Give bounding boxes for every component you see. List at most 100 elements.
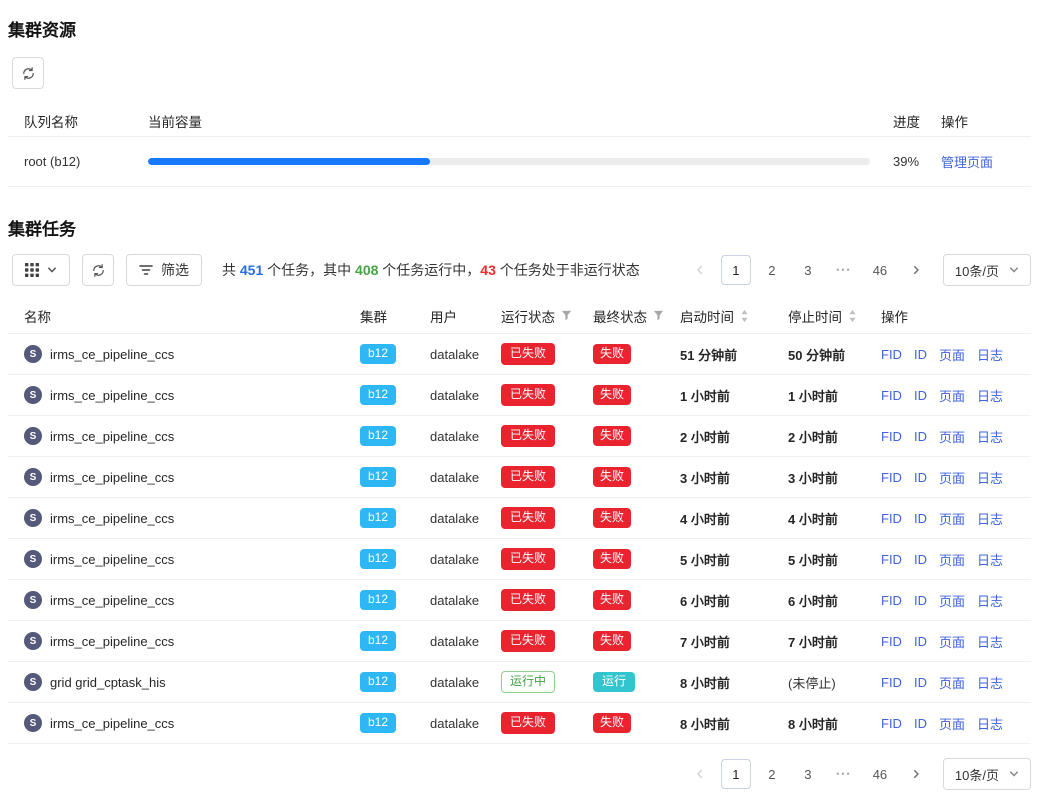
stop-time-cell: 5 小时前 <box>788 550 881 569</box>
pagination-ellipsis[interactable]: ••• <box>829 255 859 285</box>
id-link[interactable]: ID <box>914 429 927 444</box>
s-circle-icon: S <box>24 632 42 650</box>
start-time-cell: 6 小时前 <box>680 591 788 610</box>
run-status-cell: 已失败 <box>501 425 593 447</box>
final-status-cell: 失败 <box>593 590 680 610</box>
cluster-badge: b12 <box>360 672 396 692</box>
page-link[interactable]: 页面 <box>939 468 965 487</box>
fid-link[interactable]: FID <box>881 347 902 362</box>
page-link[interactable]: 页面 <box>939 427 965 446</box>
fid-link[interactable]: FID <box>881 675 902 690</box>
log-link[interactable]: 日志 <box>977 550 1003 569</box>
pagination-page-2[interactable]: 2 <box>757 759 787 789</box>
run-status-badge: 已失败 <box>501 425 555 447</box>
header-current-capacity: 当前容量 <box>148 111 877 131</box>
fid-link[interactable]: FID <box>881 511 902 526</box>
log-link[interactable]: 日志 <box>977 345 1003 364</box>
pagination-page-1[interactable]: 1 <box>721 255 751 285</box>
id-link[interactable]: ID <box>914 675 927 690</box>
page-link[interactable]: 页面 <box>939 632 965 651</box>
log-link[interactable]: 日志 <box>977 673 1003 692</box>
start-time-cell: 1 小时前 <box>680 386 788 405</box>
pagination-page-46[interactable]: 46 <box>865 255 895 285</box>
fid-link[interactable]: FID <box>881 470 902 485</box>
pagination-next-button[interactable] <box>901 759 931 789</box>
column-header-start-time[interactable]: 启动时间 <box>680 306 788 326</box>
log-link[interactable]: 日志 <box>977 386 1003 405</box>
id-link[interactable]: ID <box>914 593 927 608</box>
log-link[interactable]: 日志 <box>977 632 1003 651</box>
filter-button[interactable]: 筛选 <box>126 254 202 286</box>
pagination-prev-button[interactable] <box>685 255 715 285</box>
user-cell: datalake <box>430 552 501 567</box>
log-link[interactable]: 日志 <box>977 591 1003 610</box>
column-header-label: 名称 <box>24 306 51 326</box>
s-circle-icon: S <box>24 468 42 486</box>
pagination-page-2[interactable]: 2 <box>757 255 787 285</box>
pagination-page-46[interactable]: 46 <box>865 759 895 789</box>
fid-link[interactable]: FID <box>881 716 902 731</box>
tasks-refresh-button[interactable] <box>82 254 114 286</box>
run-status-cell: 已失败 <box>501 384 593 406</box>
pagination-page-1[interactable]: 1 <box>721 759 751 789</box>
id-link[interactable]: ID <box>914 716 927 731</box>
run-status-cell: 已失败 <box>501 589 593 611</box>
page-link[interactable]: 页面 <box>939 550 965 569</box>
task-name: irms_ce_pipeline_ccs <box>50 716 174 731</box>
page-link[interactable]: 页面 <box>939 673 965 692</box>
page-size-select[interactable]: 10条/页 <box>943 254 1031 286</box>
column-header-stop-time[interactable]: 停止时间 <box>788 306 881 326</box>
pagination-prev-button[interactable] <box>685 759 715 789</box>
page-link[interactable]: 页面 <box>939 345 965 364</box>
task-name: irms_ce_pipeline_ccs <box>50 429 174 444</box>
column-header-label: 启动时间 <box>680 306 734 326</box>
column-layout-dropdown-button[interactable] <box>12 254 70 286</box>
column-header-final-status: 最终状态 <box>593 306 680 326</box>
filter-funnel-icon[interactable] <box>561 310 572 321</box>
final-status-cell: 运行 <box>593 672 680 692</box>
run-status-cell: 已失败 <box>501 343 593 365</box>
task-name-cell: Sirms_ce_pipeline_ccs <box>8 509 360 527</box>
id-link[interactable]: ID <box>914 347 927 362</box>
page-link[interactable]: 页面 <box>939 509 965 528</box>
queue-name: root (b12) <box>8 154 148 169</box>
pagination-next-button[interactable] <box>901 255 931 285</box>
filter-funnel-icon[interactable] <box>653 310 664 321</box>
resources-refresh-button[interactable] <box>12 57 44 89</box>
log-link[interactable]: 日志 <box>977 714 1003 733</box>
log-link[interactable]: 日志 <box>977 468 1003 487</box>
column-header-actions: 操作 <box>881 306 1031 326</box>
start-time-cell: 4 小时前 <box>680 509 788 528</box>
progress-bar-fill <box>148 158 430 165</box>
pagination-page-3[interactable]: 3 <box>793 255 823 285</box>
fid-link[interactable]: FID <box>881 593 902 608</box>
pagination-page-3[interactable]: 3 <box>793 759 823 789</box>
fid-link[interactable]: FID <box>881 388 902 403</box>
column-header-label: 运行状态 <box>501 306 555 326</box>
log-link[interactable]: 日志 <box>977 509 1003 528</box>
id-link[interactable]: ID <box>914 470 927 485</box>
page-size-select[interactable]: 10条/页 <box>943 758 1031 790</box>
id-link[interactable]: ID <box>914 634 927 649</box>
fid-link[interactable]: FID <box>881 634 902 649</box>
log-link[interactable]: 日志 <box>977 427 1003 446</box>
cluster-badge: b12 <box>360 344 396 364</box>
grid-icon <box>25 263 39 277</box>
run-status-badge: 已失败 <box>501 384 555 406</box>
page-link[interactable]: 页面 <box>939 714 965 733</box>
manage-page-link[interactable]: 管理页面 <box>941 155 993 170</box>
pagination-ellipsis[interactable]: ••• <box>829 759 859 789</box>
summary-total-count: 451 <box>240 262 263 278</box>
fid-link[interactable]: FID <box>881 552 902 567</box>
page-link[interactable]: 页面 <box>939 386 965 405</box>
page-link[interactable]: 页面 <box>939 591 965 610</box>
s-circle-icon: S <box>24 591 42 609</box>
id-link[interactable]: ID <box>914 552 927 567</box>
run-status-cell: 已失败 <box>501 630 593 652</box>
column-header-label: 用户 <box>430 306 457 326</box>
user-cell: datalake <box>430 347 501 362</box>
id-link[interactable]: ID <box>914 388 927 403</box>
fid-link[interactable]: FID <box>881 429 902 444</box>
pagination-bottom: 123•••46 <box>685 759 931 789</box>
id-link[interactable]: ID <box>914 511 927 526</box>
